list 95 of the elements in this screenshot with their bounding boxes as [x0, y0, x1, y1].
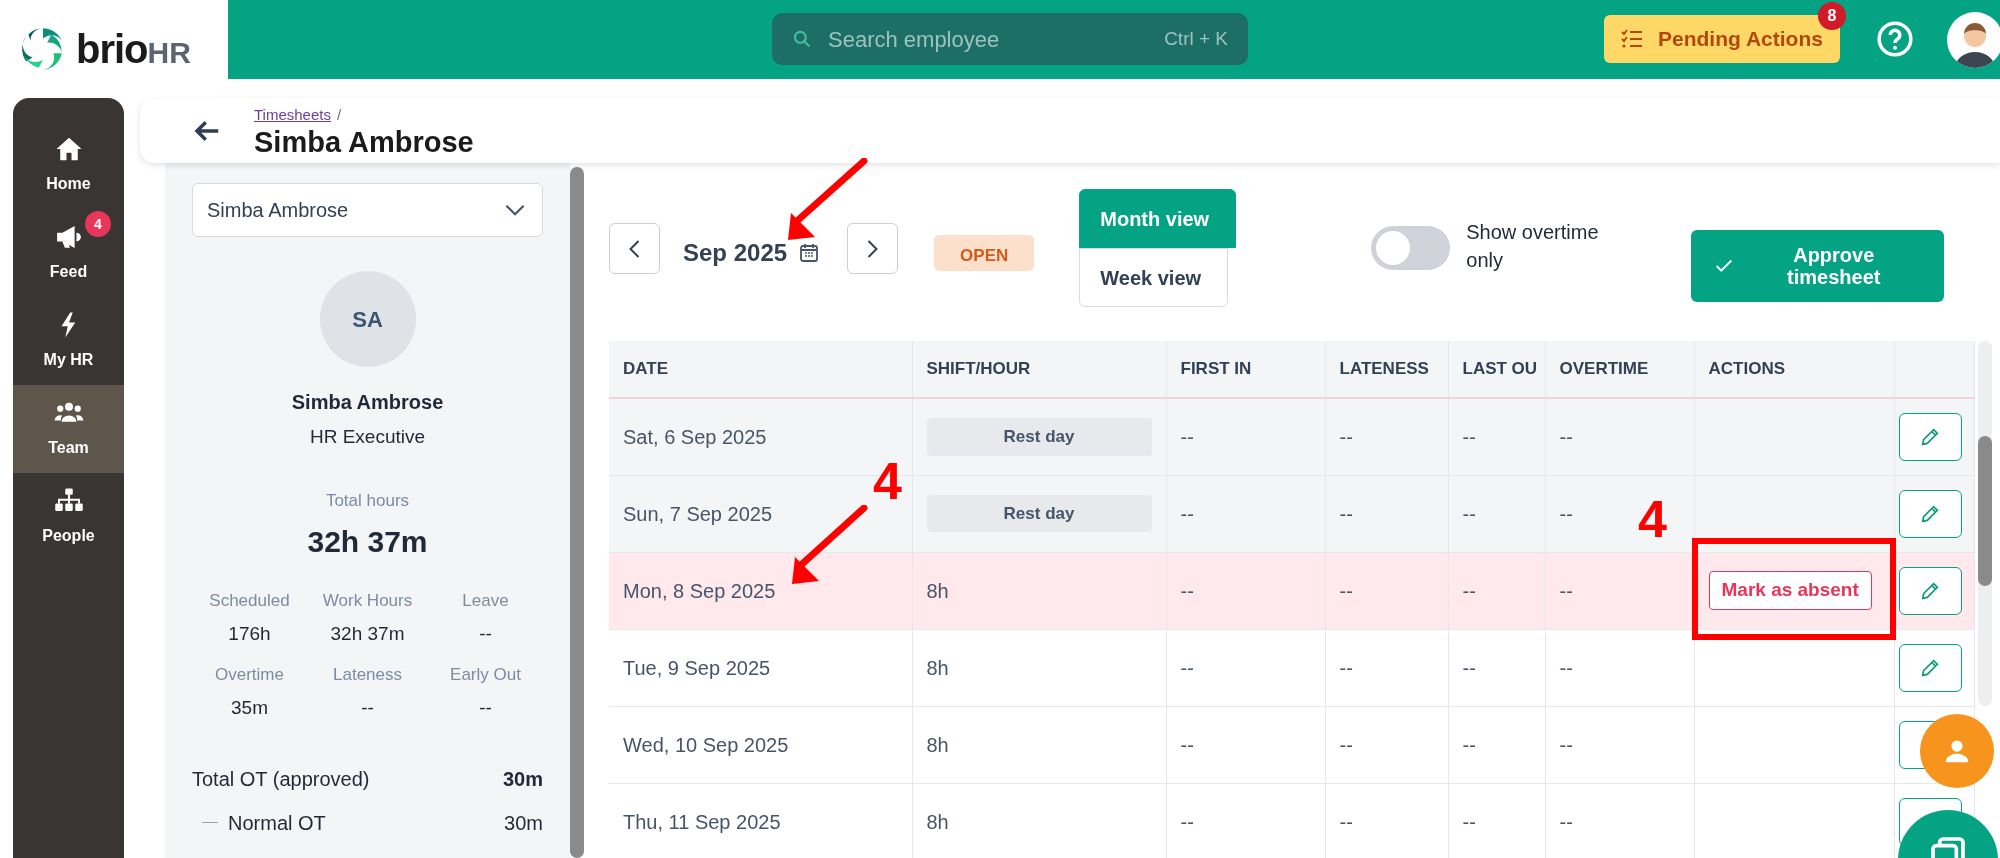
search-icon [792, 29, 812, 49]
ot-value: 30m [502, 767, 543, 792]
stat-value: 32h 37m [329, 621, 406, 646]
annotation-number: 4 [1638, 493, 1667, 545]
scrollbar-thumb[interactable] [1977, 436, 1992, 586]
table-cell: -- [1325, 552, 1448, 629]
date-cell: Thu, 11 Sep 2025 [609, 783, 912, 858]
table-cell: -- [1166, 398, 1325, 475]
edit-button[interactable] [1898, 643, 1962, 692]
table-cell: 8h [912, 783, 1166, 858]
column-header: FIRST IN [1166, 341, 1325, 398]
date-cell: Wed, 10 Sep 2025 [609, 706, 912, 783]
employee-select[interactable]: Simba Ambrose [192, 183, 543, 237]
scrollbar[interactable] [1977, 341, 1992, 706]
employee-role: HR Executive [309, 425, 426, 449]
stat-value: -- [478, 695, 493, 720]
table-cell: 8h [912, 706, 1166, 783]
table-cell: -- [1448, 783, 1545, 858]
stat-value: 35m [230, 695, 269, 720]
month-label: Sep 2025 [683, 238, 788, 268]
ot-label: Normal OT [228, 811, 326, 836]
table-cell: -- [1448, 706, 1545, 783]
nav-item[interactable]: My HR [13, 297, 124, 385]
nav-item[interactable]: People [13, 473, 124, 561]
toggle-switch[interactable] [1371, 226, 1451, 270]
column-header: SHIFT/HOUR [912, 341, 1166, 398]
table-cell: -- [1545, 552, 1694, 629]
chevron-right-icon [867, 239, 879, 258]
table-cell: -- [1545, 398, 1694, 475]
stat-label: Total hours [325, 489, 410, 512]
ot-label: Total OT (approved) [192, 767, 370, 792]
scrollbar[interactable] [570, 167, 584, 858]
user-avatar[interactable] [1947, 12, 2000, 68]
table-cell: -- [1448, 475, 1545, 552]
table-cell: -- [1325, 783, 1448, 858]
table-cell: -- [1325, 398, 1448, 475]
initials-avatar: SA [319, 271, 416, 367]
table-cell: -- [1166, 783, 1325, 858]
edit-button[interactable] [1898, 566, 1962, 615]
breadcrumb-link[interactable]: Timesheets [254, 105, 331, 123]
breadcrumb-separator: / [337, 105, 342, 123]
notification-count: 4 [85, 211, 111, 237]
edit-button[interactable] [1898, 412, 1962, 461]
previous-month-button[interactable] [609, 223, 660, 274]
stat-value: -- [360, 695, 375, 720]
table-cell: -- [1448, 398, 1545, 475]
toggle-label: Show overtime only [1466, 220, 1600, 273]
edit-button[interactable] [1898, 489, 1962, 538]
mark-absent-button[interactable]: Mark as absent [1708, 571, 1872, 610]
column-header: LAST OU [1448, 341, 1545, 398]
stat-value: 176h [227, 621, 272, 646]
column-header: ACTIONS [1694, 341, 1894, 398]
date-cell: Tue, 9 Sep 2025 [609, 629, 912, 706]
nav-item[interactable]: Team [13, 385, 124, 473]
table-cell: -- [1166, 629, 1325, 706]
notification-count: 8 [1818, 2, 1846, 30]
table-cell: -- [1545, 629, 1694, 706]
ot-value: 30m [504, 811, 543, 836]
table-cell: -- [1448, 552, 1545, 629]
logo-text: brioHR [76, 25, 191, 73]
table-cell: 8h [912, 552, 1166, 629]
table-cell: -- [1166, 552, 1325, 629]
rest-day-tag: Rest day [926, 418, 1152, 456]
table-cell: 8h [912, 629, 1166, 706]
table-cell: -- [1545, 783, 1694, 858]
search-input[interactable]: Search employee [826, 21, 1151, 57]
table-cell: -- [1325, 629, 1448, 706]
column-header: LATENESS [1325, 341, 1448, 398]
nav-item[interactable]: Feed 4 [13, 209, 124, 297]
stat-label: Leave [461, 590, 510, 612]
employee-name: Simba Ambrose [291, 390, 444, 415]
table-cell: -- [1545, 706, 1694, 783]
table-cell: -- [1325, 475, 1448, 552]
table-cell: -- [1166, 706, 1325, 783]
stat-label: Scheduled [208, 590, 291, 612]
view-toggle-button[interactable]: Week view [1079, 248, 1229, 307]
stat-label: Overtime [214, 664, 285, 686]
shortcut-hint: Ctrl + K [1164, 26, 1228, 51]
table-cell: -- [1325, 706, 1448, 783]
nav-item[interactable]: Home [13, 121, 124, 209]
next-month-button[interactable] [847, 223, 899, 274]
rest-day-tag: Rest day [926, 494, 1152, 533]
page-title: Simba Ambrose [254, 126, 474, 159]
table-cell: -- [1448, 629, 1545, 706]
column-header: DATE [609, 341, 912, 398]
stat-label: Early Out [449, 664, 522, 686]
stat-label: Lateness [332, 664, 403, 686]
stat-value: -- [478, 621, 493, 646]
table-cell: -- [1166, 475, 1325, 552]
help-icon[interactable] [1876, 20, 1914, 58]
stat-label: Work Hours [321, 590, 414, 612]
column-header: OVERTIME [1545, 341, 1694, 398]
status-badge: OPEN [934, 235, 1035, 271]
chevron-left-icon [629, 239, 640, 258]
total-hours-value: 32h 37m [307, 524, 428, 560]
